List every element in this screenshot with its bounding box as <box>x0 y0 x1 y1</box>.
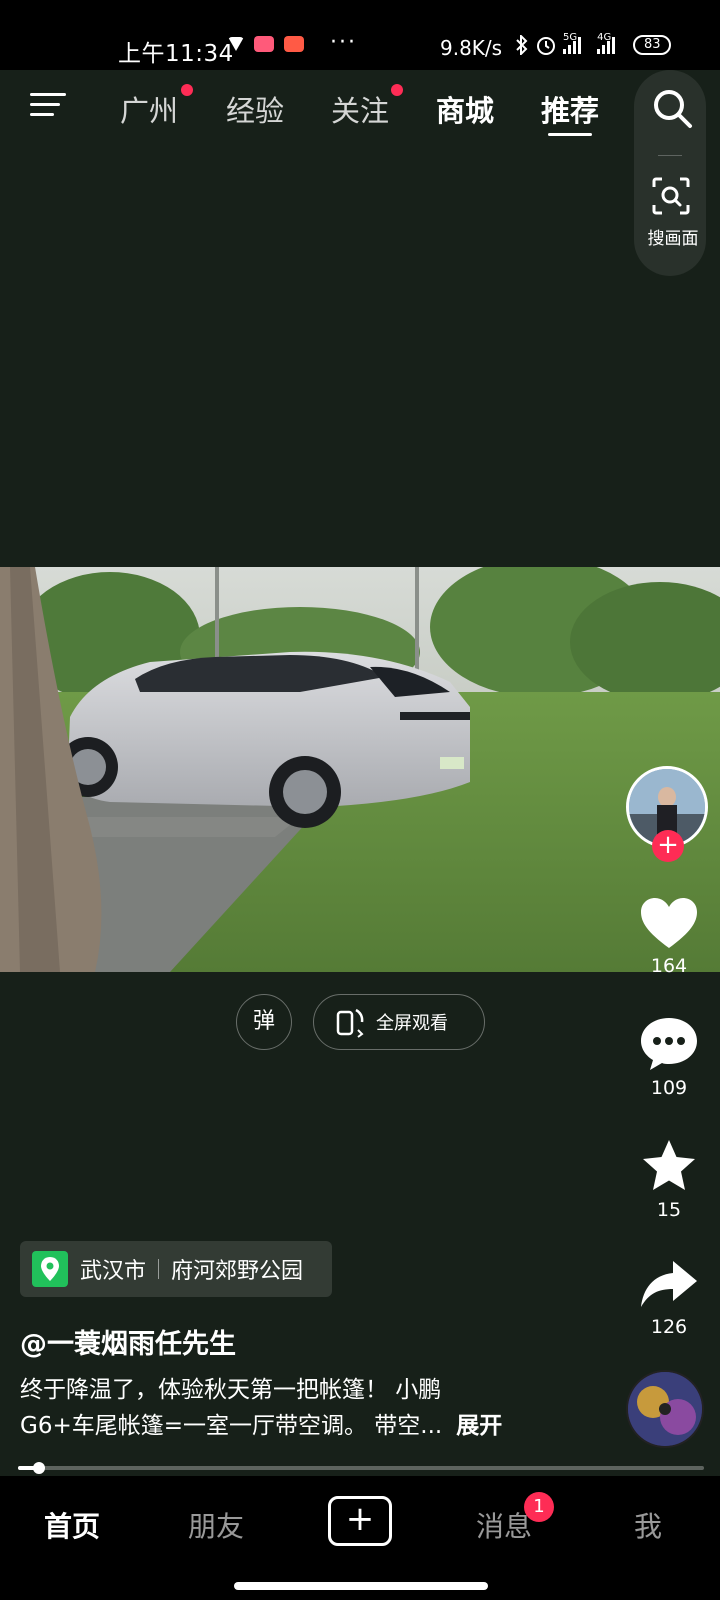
location-chip[interactable]: 武汉市 府河郊野公园 <box>20 1241 332 1297</box>
app-notification-icon <box>228 37 244 51</box>
location-city: 武汉市 <box>80 1259 147 1284</box>
music-cover-image <box>628 1372 702 1446</box>
search-icon[interactable] <box>648 84 696 132</box>
tab-guangzhou-dot <box>181 84 193 96</box>
alarm-icon <box>537 37 555 55</box>
comment-count: 109 <box>650 1077 688 1099</box>
expand-caption-button[interactable]: 展开 <box>456 1413 502 1439</box>
video-player[interactable] <box>0 567 720 972</box>
video-progress-track[interactable] <box>18 1466 704 1470</box>
bluetooth-icon <box>516 35 528 55</box>
favorite-star-icon[interactable] <box>639 1138 699 1194</box>
scan-search-label[interactable]: 搜画面 <box>638 224 708 249</box>
tab-guangzhou[interactable]: 广州 <box>120 88 178 130</box>
like-heart-icon[interactable] <box>639 896 699 952</box>
tab-experience[interactable]: 经验 <box>226 88 284 130</box>
system-icons: 5G 4G 83 <box>515 31 672 56</box>
nav-friends[interactable]: 朋友 <box>188 1505 244 1545</box>
caption-line-2-text: G6+车尾帐篷=一室一厅带空调。 带空... <box>20 1413 443 1439</box>
follow-button[interactable]: + <box>652 830 684 862</box>
messages-badge: 1 <box>524 1492 554 1522</box>
location-separator <box>158 1259 160 1279</box>
caption-line-1: 终于降温了，体验秋天第一把帐篷！ 小鹏 <box>20 1377 442 1403</box>
comment-bubble-icon[interactable] <box>639 1016 699 1072</box>
share-arrow-icon[interactable] <box>639 1257 699 1313</box>
more-notifications-icon: ··· <box>330 30 357 55</box>
nav-home[interactable]: 首页 <box>44 1505 100 1545</box>
location-pin-icon <box>32 1251 68 1287</box>
create-post-button[interactable]: + <box>328 1496 392 1546</box>
tab-following-dot <box>391 84 403 96</box>
net-5g-label: 5G <box>563 31 578 43</box>
active-tab-indicator <box>548 133 592 136</box>
status-time: 上午11:34 <box>118 41 234 67</box>
music-disc[interactable] <box>626 1370 704 1448</box>
like-count: 164 <box>650 955 688 977</box>
home-indicator[interactable] <box>234 1582 488 1590</box>
search-divider <box>658 155 682 156</box>
network-speed: 9.8K/s <box>440 36 503 60</box>
tab-recommend[interactable]: 推荐 <box>541 88 599 130</box>
share-count: 126 <box>650 1316 688 1338</box>
rotate-screen-icon <box>336 1008 364 1038</box>
scan-search-icon[interactable] <box>650 175 692 217</box>
video-thumbnail-car-scene <box>0 567 720 972</box>
favorite-count: 15 <box>656 1199 682 1221</box>
tab-following[interactable]: 关注 <box>331 88 389 130</box>
danmu-toggle-button[interactable]: 弹 <box>236 994 292 1050</box>
fullscreen-label: 全屏观看 <box>376 1013 448 1034</box>
author-name[interactable]: @一蓑烟雨任先生 <box>20 1322 236 1361</box>
location-place: 府河郊野公园 <box>171 1259 304 1284</box>
shopping-notification-icon <box>254 36 274 52</box>
status-bar: 上午11:34 ··· 9.8K/s 5G 4G 83 <box>0 0 720 70</box>
notification-icons <box>228 36 304 52</box>
store-notification-icon <box>284 36 304 52</box>
net-4g-label: 4G <box>597 31 612 43</box>
caption-line-2: G6+车尾帐篷=一室一厅带空调。 带空... 展开 <box>20 1408 580 1444</box>
nav-me[interactable]: 我 <box>634 1505 662 1545</box>
menu-icon[interactable] <box>30 91 66 119</box>
tab-mall[interactable]: 商城 <box>436 88 494 130</box>
fullscreen-button[interactable]: 全屏观看 <box>313 994 485 1050</box>
video-caption: 终于降温了，体验秋天第一把帐篷！ 小鹏 G6+车尾帐篷=一室一厅带空调。 带空.… <box>20 1372 580 1444</box>
battery-icon: 83 <box>633 35 672 55</box>
video-progress-knob[interactable] <box>33 1462 45 1474</box>
